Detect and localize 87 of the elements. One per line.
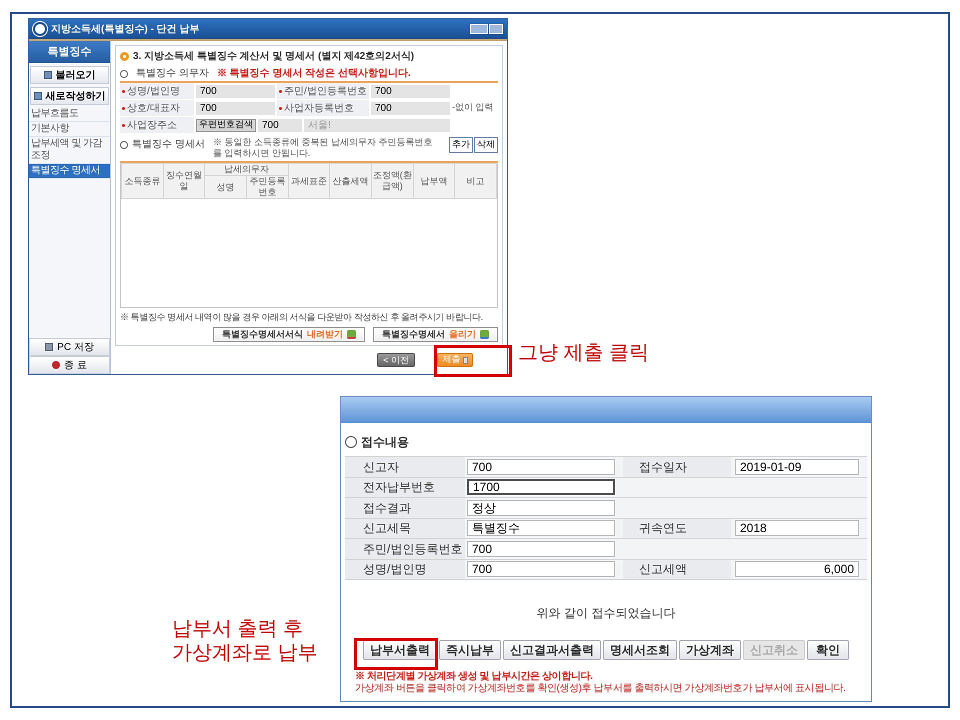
field-label: 접수결과 [345,498,465,518]
section-heading: 3. 지방소득세 특별징수 계산서 및 명세서 (별지 제42호의2서식) [133,50,414,64]
input-field[interactable]: 700 [371,84,450,98]
sidebar-item[interactable]: 납부흐름도 [29,107,110,122]
annotation-text: 그냥 제출 클릭 [518,341,650,365]
column-header: 산출세액 [330,164,372,198]
column-header: 조정액(환급액) [371,164,414,198]
column-header: 소득종류 [122,164,164,198]
bullet-icon [122,90,125,92]
input-field[interactable]: 6,000 [735,561,859,578]
field-label: 접수일자 [623,457,731,476]
document-icon [44,71,52,79]
column-header: 납세의무자 [204,164,288,176]
spreadsheet-icon [347,330,356,339]
document-icon [34,92,42,100]
column-header: 징수연월일 [163,164,205,198]
warning-text: ※ 특별징수 명세서 작성은 선택사항입니다. [216,67,411,81]
subsection-title: 특별징수 명세서 [132,138,205,152]
window-title: 지방소득세(특별징수) - 단건 납부 [51,22,200,36]
table-button[interactable]: 추가 [449,137,473,152]
minimize-button[interactable] [470,24,488,34]
field-label: 주민/법인등록번호 [284,84,367,98]
column-header: 과세표준 [288,164,330,198]
input-field[interactable]: 특별징수 [467,520,615,536]
sidebar-title: 특별징수 [29,41,110,63]
document-icon [462,356,468,364]
field-label: 사업자등록번호 [284,102,354,116]
input-field[interactable]: 700 [467,540,615,557]
dialog-button[interactable]: 즉시납부 [439,640,501,660]
note-text: ※ 특별징수 명세서 내역이 많을 경우 아래의 서식을 다운받아 작성하신 후 올려주시기 바랍니다. [120,310,484,324]
close-button[interactable] [489,24,503,34]
dialog-button[interactable]: 확인 [807,640,849,660]
power-icon [52,361,60,369]
file-button[interactable]: 특별징수명세서서식 내려받기 [213,327,365,342]
field-label: 주민/법인등록번호 [345,539,465,558]
field-label: 신고세목 [345,518,465,538]
hint-text: -없이 입력 [452,101,494,114]
notice-text: 가상계좌 버튼을 클릭하여 가상계좌번호를 확인(생성)후 납부서를 출력하시면 가상계좌번호가 납부서에 표시됩니다. [355,683,846,695]
input-field[interactable]: 700 [467,561,615,578]
dialog-button[interactable]: 납부서출력 [363,640,437,660]
sidebar-button[interactable]: 불러오기 [30,66,109,84]
previous-button[interactable]: < 이전 [377,353,415,367]
input-field[interactable]: 2018 [735,520,859,536]
field-label: 성명/법인명 [345,560,465,579]
notice-text: ※ 동일한 소득종류에 중복된 납세의무자 주민등록번호를 입력하시면 안됩니다. [212,137,434,159]
field-label: 성명/법인명 [127,84,180,98]
bullet-icon [122,124,125,126]
sidebar-item[interactable]: 특별징수 명세서 [29,164,110,179]
field-label: 신고자 [345,457,465,476]
column-header: 비고 [454,164,496,198]
field-label: 전자납부번호 [345,478,465,497]
input-field[interactable]: 700 [371,102,450,114]
dialog-button[interactable]: 신고결과서출력 [503,640,601,660]
input-field[interactable]: 2019-01-09 [735,458,859,475]
input-field[interactable]: 1700 [467,479,615,496]
bullet-icon [120,52,129,61]
file-button[interactable]: 특별징수명세서 올리기 [373,327,498,342]
field-label: 사업장주소 [127,118,177,132]
column-header: 주민등록번호 [246,176,288,198]
spreadsheet-icon [480,330,489,339]
column-header: 성명 [204,176,246,198]
sidebar-button[interactable]: 새로작성하기 [30,87,109,105]
field-label: 신고세액 [623,560,731,579]
sidebar-item[interactable]: 기본사항 [29,122,110,137]
field-label: 귀속연도 [623,518,731,538]
input-field[interactable]: 700 [467,458,615,475]
subsection-title: 특별징수 의무자 [136,67,209,81]
section-title: 접수내용 [361,434,409,451]
status-message: 위와 같이 접수되었습니다 [536,605,676,622]
input-field[interactable]: 700 [196,102,275,114]
sidebar-button[interactable]: PC 저장 [29,338,110,356]
annotation-text: 납부서 출력 후 가상계좌로 납부 [172,617,318,665]
zip-search-button[interactable]: 우편번호검색 [196,118,256,132]
dialog-button[interactable]: 가상계좌 [679,640,741,660]
logo-icon [33,22,47,36]
bullet-icon [279,106,282,110]
field-label: 상호/대표자 [127,102,180,116]
column-header: 납부액 [413,164,455,198]
notice-text: ※ 처리단계별 가상계좌 생성 및 납부시간은 상이합니다. [355,671,594,683]
bullet-icon [122,106,125,110]
dialog-button[interactable]: 명세서조회 [603,640,677,660]
input-field[interactable]: 정상 [467,500,615,516]
table-button[interactable]: 삭제 [474,137,498,152]
bullet-icon [279,90,282,92]
input-field[interactable]: 700 [196,84,275,98]
input-field[interactable]: 700 [258,118,302,132]
sidebar-button[interactable]: 종 료 [29,356,110,374]
